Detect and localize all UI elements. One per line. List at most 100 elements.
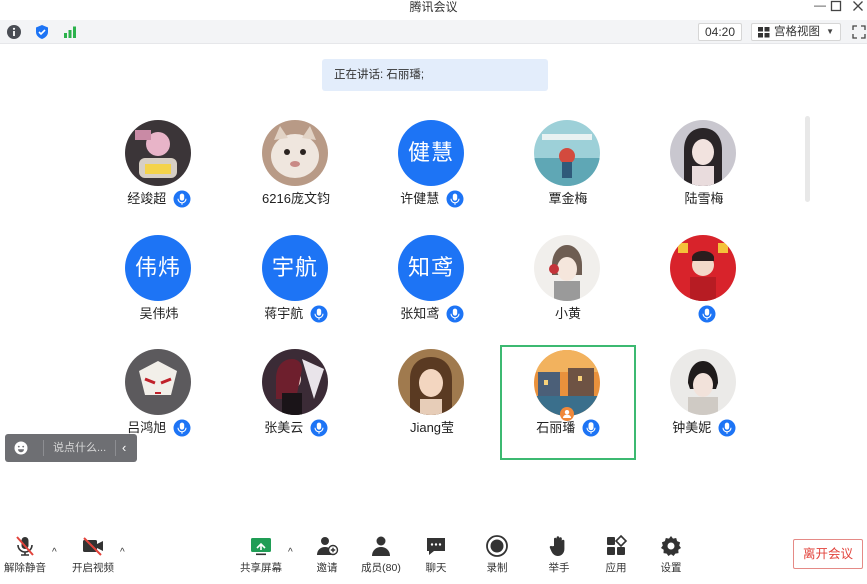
raise-hand-icon [549,536,565,556]
participant-tile[interactable]: 覃金梅 [500,116,636,231]
gear-icon [661,536,681,556]
view-mode-label: 宫格视图 [774,26,820,38]
settings-button[interactable]: 设置 [651,534,691,580]
raise-hand-button[interactable]: 举手 [539,534,579,580]
participant-tile[interactable]: 6216庞文钧 [228,116,364,231]
chat-label: 聊天 [425,562,447,574]
divider [43,440,44,456]
record-label: 录制 [486,562,508,574]
avatar: 知鸢 [398,235,464,301]
participant-tile[interactable]: 陆雪梅 [636,116,772,231]
invite-button[interactable]: 邀请 [306,534,348,580]
members-label: 成员(80) [361,562,401,574]
participant-name: 覃金梅 [548,191,588,206]
participant-name: Jiang莹 [409,420,455,435]
participant-name-row: 张知鸢 [364,305,500,325]
participant-tile[interactable]: 健慧 许健慧 [364,116,500,231]
record-icon [486,535,508,557]
participant-name-row: Jiang莹 [364,419,500,439]
avatar [398,349,464,415]
avatar: 伟炜 [125,235,191,301]
avatar: 宇航 [262,235,328,301]
mic-active-icon [582,419,600,437]
info-icon[interactable] [6,24,22,40]
bottom-toolbar: 解除静音 ^ 开启视频 ^ 共享屏幕 ^ 邀请 成员(80) 聊天 录制 举手 … [0,530,867,584]
participant-tile[interactable]: 宇航 蒋宇航 [228,231,364,346]
participant-name: 许健慧 [400,191,440,206]
mic-muted-icon [16,536,34,556]
participant-name-row: 陆雪梅 [636,190,772,210]
participant-name: 6216庞文钧 [262,191,330,206]
avatar [670,349,736,415]
participant-tile-active-speaker[interactable]: 石丽璠 [500,345,636,460]
share-screen-icon [251,538,271,556]
participant-tile[interactable]: 钟美妮 [636,345,772,460]
participant-name-row: 石丽璠 [502,419,634,439]
avatar [125,349,191,415]
chevron-up-icon[interactable]: ^ [120,547,125,558]
chevron-left-icon[interactable]: ‹ [122,434,126,462]
active-speaker-banner: 正在讲话: 石丽璠; [322,59,548,91]
quick-chat-bar[interactable]: 说点什么... ‹ [5,434,137,462]
participant-tile[interactable]: 知鸢 张知鸢 [364,231,500,346]
members-icon [372,536,390,556]
avatar [534,235,600,301]
apps-button[interactable]: 应用 [596,534,636,580]
participant-name-row: 张美云 [228,419,364,439]
start-video-label: 开启视频 [72,562,114,574]
fullscreen-icon[interactable] [852,25,866,39]
participant-name: 经竣超 [127,191,167,206]
chevron-up-icon[interactable]: ^ [288,547,293,558]
start-video-button[interactable]: 开启视频 [70,534,116,580]
avatar [262,120,328,186]
participant-name: 张知鸢 [400,306,440,321]
settings-label: 设置 [660,562,682,574]
invite-user-icon [317,537,339,556]
mic-icon [173,419,191,437]
view-mode-dropdown[interactable]: 宫格视图 ▼ [751,23,841,41]
avatar [534,120,600,186]
title-bar: 腾讯会议 — [0,0,867,20]
avatar [125,120,191,186]
participant-tile[interactable]: 伟炜 吴伟炜 [91,231,227,346]
participant-name: 小黄 [554,306,581,321]
avatar [670,235,736,301]
shield-icon[interactable] [34,24,50,40]
mic-icon [173,190,191,208]
window-title: 腾讯会议 [409,0,458,14]
participant-tile[interactable]: 小黄 [500,231,636,346]
grid-icon [758,27,770,38]
chevron-up-icon[interactable]: ^ [52,547,57,558]
chat-input-placeholder[interactable]: 说点什么... [53,434,106,462]
chat-button[interactable]: 聊天 [416,534,456,580]
unmute-label: 解除静音 [4,562,46,574]
signal-icon[interactable] [62,24,78,40]
video-off-icon [83,537,103,556]
chat-icon [427,538,445,555]
share-screen-button[interactable]: 共享屏幕 [238,534,284,580]
participant-tile[interactable]: 经竣超 [91,116,227,231]
grid-scrollbar[interactable] [805,116,810,202]
participant-tile[interactable]: 张美云 [228,345,364,460]
meeting-timer: 04:20 [698,23,742,41]
members-button[interactable]: 成员(80) [358,534,404,580]
participant-name-row: 蒋宇航 [228,305,364,325]
close-icon[interactable] [851,0,865,12]
leave-meeting-button[interactable]: 离开会议 [793,539,863,569]
participant-name-row: 经竣超 [91,190,227,210]
participant-name-row: 覃金梅 [500,190,636,210]
maximize-icon[interactable] [829,0,843,12]
unmute-button[interactable]: 解除静音 [2,534,48,580]
participant-name: 张美云 [264,420,304,435]
participant-tile[interactable]: Jiang莹 [364,345,500,460]
participant-name: 石丽璠 [536,420,576,435]
minimize-icon[interactable]: — [813,0,827,12]
apps-icon [607,534,628,555]
mic-icon [698,305,716,323]
emoji-icon[interactable] [14,441,28,455]
status-bar: 04:20 宫格视图 ▼ [0,20,867,44]
record-button[interactable]: 录制 [477,534,517,580]
participant-name: 陆雪梅 [684,191,724,206]
mic-icon [718,419,736,437]
participant-tile[interactable] [636,231,772,346]
